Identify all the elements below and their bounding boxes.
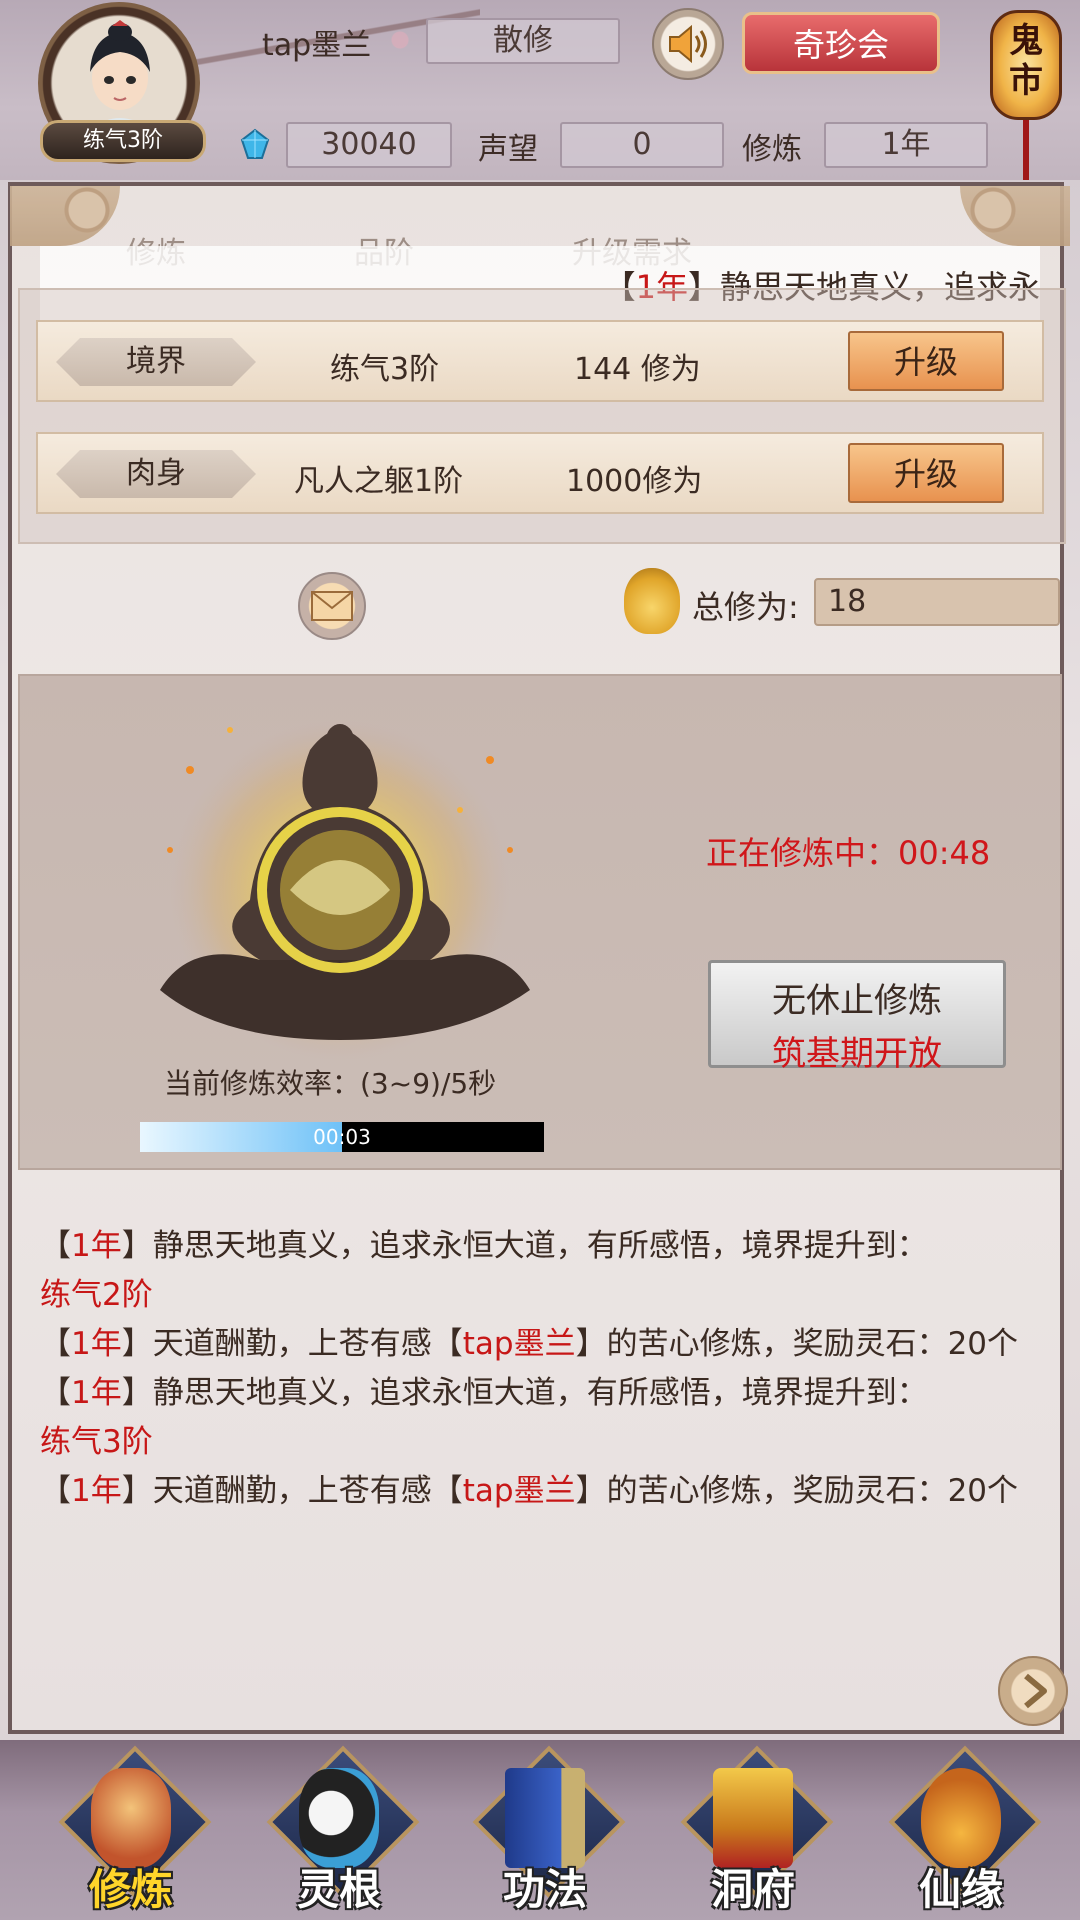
cultivation-time-field: 1年: [824, 122, 988, 168]
nav-spirit-root-label: 灵根: [296, 1865, 381, 1914]
nav-cultivate-label: 修炼: [88, 1865, 173, 1914]
cultivation-label: 修炼: [742, 132, 802, 167]
realm-row: 境界 练气3阶 144 修为 升级: [36, 320, 1044, 402]
next-page-button[interactable]: [998, 1656, 1068, 1726]
cultivating-status: 正在修炼中：00:48: [706, 834, 991, 872]
yin-yang-sword-icon: [299, 1768, 379, 1868]
realm-requirement: 144 修为: [574, 352, 701, 387]
lantern-tassel: [1023, 120, 1029, 180]
gourd-icon: [921, 1768, 1001, 1868]
realm-grade: 练气3阶: [330, 352, 440, 387]
realm-upgrade-button[interactable]: 升级: [848, 331, 1004, 391]
nav-techniques-label: 功法: [502, 1865, 587, 1914]
total-cultivation-value: 18: [814, 578, 1060, 626]
envelope-icon: [311, 591, 353, 621]
log-entry: 【1年】静思天地真义，追求永恒大道，有所感悟，境界提升到： 练气2阶: [40, 1228, 928, 1313]
nav-immortal-fate[interactable]: 仙缘: [886, 1745, 1042, 1918]
treasure-auction-button[interactable]: 奇珍会: [742, 12, 940, 74]
cultivation-efficiency: 当前修炼效率：(3~9)/5秒: [164, 1067, 497, 1100]
unlock-condition-label: 筑基期开放: [772, 1034, 942, 1074]
character-portrait-icon: [90, 20, 150, 128]
spirit-stone-icon: [240, 128, 270, 159]
nav-cultivate[interactable]: 修炼: [56, 1745, 212, 1918]
spirit-stones-field: 30040: [286, 122, 452, 168]
money-bag-icon: [624, 568, 680, 634]
reputation-label: 声望: [478, 132, 538, 167]
log-entry: 【1年】天道酬勤，上苍有感【tap墨兰】的苦心修炼，奖励灵石：20个: [40, 1473, 1019, 1509]
realm-label: 境界: [56, 338, 256, 386]
progress-timer: 00:03: [313, 1125, 371, 1149]
nav-immortal-fate-label: 仙缘: [918, 1865, 1003, 1914]
cultivation-progress-bar: 00:03: [140, 1122, 544, 1152]
mail-button[interactable]: [298, 572, 366, 640]
sect-field: 散修: [426, 18, 620, 64]
nav-cave-dwelling[interactable]: 洞府: [678, 1745, 834, 1918]
nav-spirit-root[interactable]: 灵根: [264, 1745, 420, 1918]
total-cultivation-label: 总修为:: [692, 588, 799, 626]
endless-cultivation-button[interactable]: 无休止修炼 筑基期开放: [708, 960, 1006, 1074]
pagoda-icon: [713, 1768, 793, 1868]
meditating-cultivator-icon: [160, 720, 530, 1060]
scripture-book-icon: [505, 1768, 585, 1868]
body-row: 肉身 凡人之躯1阶 1000修为 升级: [36, 432, 1044, 514]
body-grade: 凡人之躯1阶: [294, 464, 464, 499]
arrow-right-icon: [1024, 1673, 1047, 1709]
nav-techniques[interactable]: 功法: [470, 1745, 626, 1918]
speaker-icon: [669, 24, 707, 64]
ghost-market-lantern-button[interactable]: 鬼市: [990, 10, 1062, 120]
level-badge: 练气3阶: [40, 120, 206, 162]
meditating-monk-icon: [91, 1768, 171, 1868]
body-requirement: 1000修为: [566, 464, 703, 499]
body-label: 肉身: [56, 450, 256, 498]
body-upgrade-button[interactable]: 升级: [848, 443, 1004, 503]
event-log: 【1年】静思天地真义，追求永恒大道，有所感悟，境界提升到： 练气2阶 【1年】天道…: [40, 1222, 1030, 1516]
log-entry: 【1年】静思天地真义，追求永恒大道，有所感悟，境界提升到： 练气3阶: [40, 1375, 928, 1460]
endless-cultivation-label: 无休止修炼: [772, 981, 942, 1021]
player-name: tap墨兰: [262, 28, 372, 63]
sound-button[interactable]: [652, 8, 724, 80]
nav-cave-dwelling-label: 洞府: [710, 1865, 795, 1914]
reputation-field: 0: [560, 122, 724, 168]
log-entry: 【1年】天道酬勤，上苍有感【tap墨兰】的苦心修炼，奖励灵石：20个: [40, 1326, 1019, 1362]
